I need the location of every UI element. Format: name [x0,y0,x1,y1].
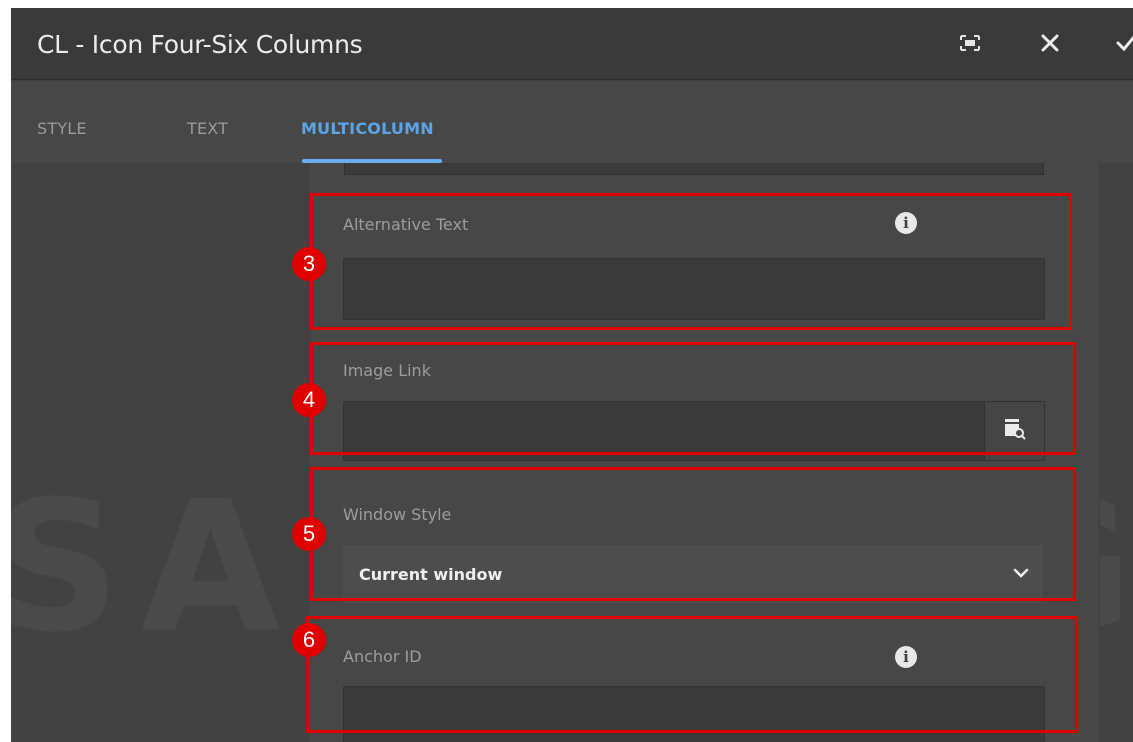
annotation-box-4 [310,342,1076,455]
annotation-badge-6: 6 [292,623,326,657]
annotation-box-3 [310,193,1072,330]
done-button[interactable] [1111,30,1133,60]
tab-style[interactable]: STYLE [37,119,87,138]
fullscreen-button[interactable] [955,30,985,60]
tab-bar: STYLE TEXT MULTICOLUMN [11,81,1133,163]
annotation-badge-3: 3 [292,247,326,281]
close-icon [1041,34,1059,56]
previous-field-edge [344,163,1044,175]
tab-multicolumn[interactable]: MULTICOLUMN [301,119,434,138]
annotation-box-6 [306,616,1078,733]
annotation-badge-4: 4 [292,383,326,417]
close-button[interactable] [1035,30,1065,60]
dialog-title: CL - Icon Four-Six Columns [37,30,363,59]
dialog-titlebar: CL - Icon Four-Six Columns [11,8,1133,80]
fullscreen-icon [960,35,980,55]
annotation-badge-5: 5 [292,517,326,551]
annotation-box-5 [310,467,1076,601]
checkmark-icon [1116,34,1133,56]
tab-text[interactable]: TEXT [187,119,228,138]
